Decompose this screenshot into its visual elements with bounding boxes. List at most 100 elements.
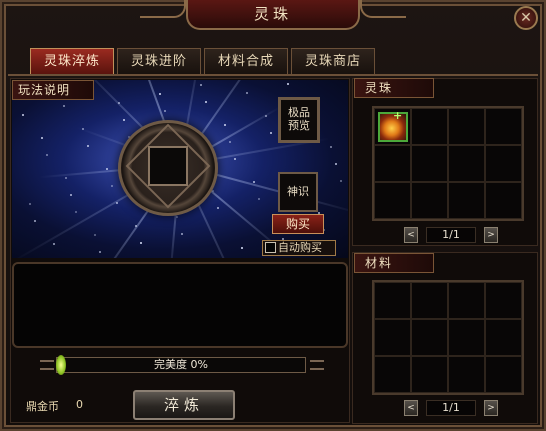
- tabs-divider: [8, 74, 538, 76]
- star-dot: [118, 102, 120, 104]
- star-dot: [75, 211, 77, 213]
- orb-next-page-button[interactable]: >: [484, 227, 498, 243]
- star-dot: [246, 92, 248, 94]
- star-dot: [135, 225, 137, 227]
- tab-orb-shop[interactable]: 灵珠商店: [291, 48, 375, 74]
- material-page-indicator: 1/1: [426, 400, 476, 416]
- autobuy-checkbox[interactable]: [265, 242, 276, 253]
- premium-preview-line2: 预览: [288, 119, 310, 132]
- orb-slot[interactable]: [485, 145, 522, 182]
- material-next-page-button[interactable]: >: [484, 400, 498, 416]
- progress-gem-icon: [56, 355, 66, 375]
- orb-socket-slot[interactable]: [148, 146, 188, 186]
- material-section-label: 材料: [354, 253, 434, 273]
- star-dot: [159, 93, 161, 95]
- material-pager: < 1/1 >: [404, 400, 498, 416]
- star-dot: [116, 202, 118, 204]
- gold-currency-value: 0: [76, 398, 83, 411]
- orb-slot[interactable]: [448, 108, 485, 145]
- orb-slot[interactable]: +: [374, 108, 411, 145]
- perfection-progress: 完美度 0%: [38, 354, 326, 376]
- material-slot[interactable]: [485, 319, 522, 356]
- orb-slot[interactable]: [374, 145, 411, 182]
- star-dot: [94, 234, 96, 236]
- description-box: [12, 262, 348, 348]
- premium-preview-button[interactable]: 极品 预览: [278, 97, 320, 143]
- orb-slot[interactable]: [411, 145, 448, 182]
- star-dot: [164, 110, 166, 112]
- star-dot: [99, 251, 101, 253]
- star-dot: [205, 101, 207, 103]
- refine-button[interactable]: 淬炼: [133, 390, 235, 420]
- star-dot: [234, 158, 236, 160]
- orb-prev-page-button[interactable]: <: [404, 227, 418, 243]
- progress-ornament-right: [310, 360, 324, 370]
- star-dot: [212, 190, 214, 192]
- close-button[interactable]: ✕: [514, 6, 538, 30]
- star-dot: [287, 83, 289, 85]
- star-dot: [270, 132, 272, 134]
- star-dot: [140, 242, 142, 244]
- orb-slot[interactable]: [485, 108, 522, 145]
- star-dot: [63, 105, 65, 107]
- material-slot[interactable]: [485, 282, 522, 319]
- title-ornament-left: [140, 0, 186, 18]
- window-title: 灵珠: [186, 0, 360, 30]
- autobuy-label: 自动购买: [278, 241, 322, 254]
- material-slot[interactable]: [411, 319, 448, 356]
- star-dot: [87, 145, 89, 147]
- premium-preview-line1: 极品: [288, 106, 310, 119]
- shenshi-slot[interactable]: 神识: [278, 172, 318, 212]
- material-prev-page-button[interactable]: <: [404, 400, 418, 416]
- orb-grid: +: [372, 106, 524, 221]
- gold-currency-label: 鼎金币: [26, 400, 59, 413]
- star-dot: [106, 168, 108, 170]
- tab-material-synthesis[interactable]: 材料合成: [204, 48, 288, 74]
- material-slot[interactable]: [374, 319, 411, 356]
- progress-track: 完美度 0%: [56, 357, 306, 373]
- orb-slot[interactable]: [374, 182, 411, 219]
- material-slot[interactable]: [374, 282, 411, 319]
- tab-advance[interactable]: 灵珠进阶: [117, 48, 201, 74]
- material-slot[interactable]: [411, 282, 448, 319]
- orb-slot[interactable]: [411, 108, 448, 145]
- star-dot: [34, 220, 36, 222]
- star-dot: [46, 154, 48, 156]
- star-dot: [340, 180, 342, 182]
- orb-badge: +: [393, 109, 403, 122]
- star-dot: [241, 247, 243, 249]
- star-dot: [111, 185, 113, 187]
- material-slot[interactable]: [485, 356, 522, 393]
- star-dot: [41, 137, 43, 139]
- star-dot: [253, 181, 255, 183]
- tab-refine[interactable]: 灵珠淬炼: [30, 48, 114, 74]
- star-dot: [65, 177, 67, 179]
- title-ornament-right: [360, 0, 406, 18]
- star-dot: [217, 207, 219, 209]
- star-dot: [123, 119, 125, 121]
- orb-slot[interactable]: [485, 182, 522, 219]
- material-slot[interactable]: [448, 282, 485, 319]
- material-slot[interactable]: [374, 356, 411, 393]
- progress-ornament-left: [40, 360, 54, 370]
- star-dot: [224, 124, 226, 126]
- orb-page-indicator: 1/1: [426, 227, 476, 243]
- autobuy-toggle[interactable]: 自动购买: [262, 240, 336, 256]
- star-dot: [335, 163, 337, 165]
- star-dot: [200, 84, 202, 86]
- material-slot[interactable]: [411, 356, 448, 393]
- star-dot: [29, 203, 31, 205]
- material-slot[interactable]: [448, 319, 485, 356]
- howto-button[interactable]: 玩法说明: [12, 80, 94, 100]
- star-dot: [82, 128, 84, 130]
- star-dot: [330, 146, 332, 148]
- orb-pager: < 1/1 >: [404, 227, 498, 243]
- orb-slot[interactable]: [448, 182, 485, 219]
- orb-slot[interactable]: [411, 182, 448, 219]
- orb-section-label: 灵珠: [354, 78, 434, 98]
- progress-text: 完美度 0%: [154, 358, 208, 371]
- material-grid: [372, 280, 524, 395]
- material-slot[interactable]: [448, 356, 485, 393]
- buy-button[interactable]: 购买: [272, 214, 324, 234]
- orb-slot[interactable]: [448, 145, 485, 182]
